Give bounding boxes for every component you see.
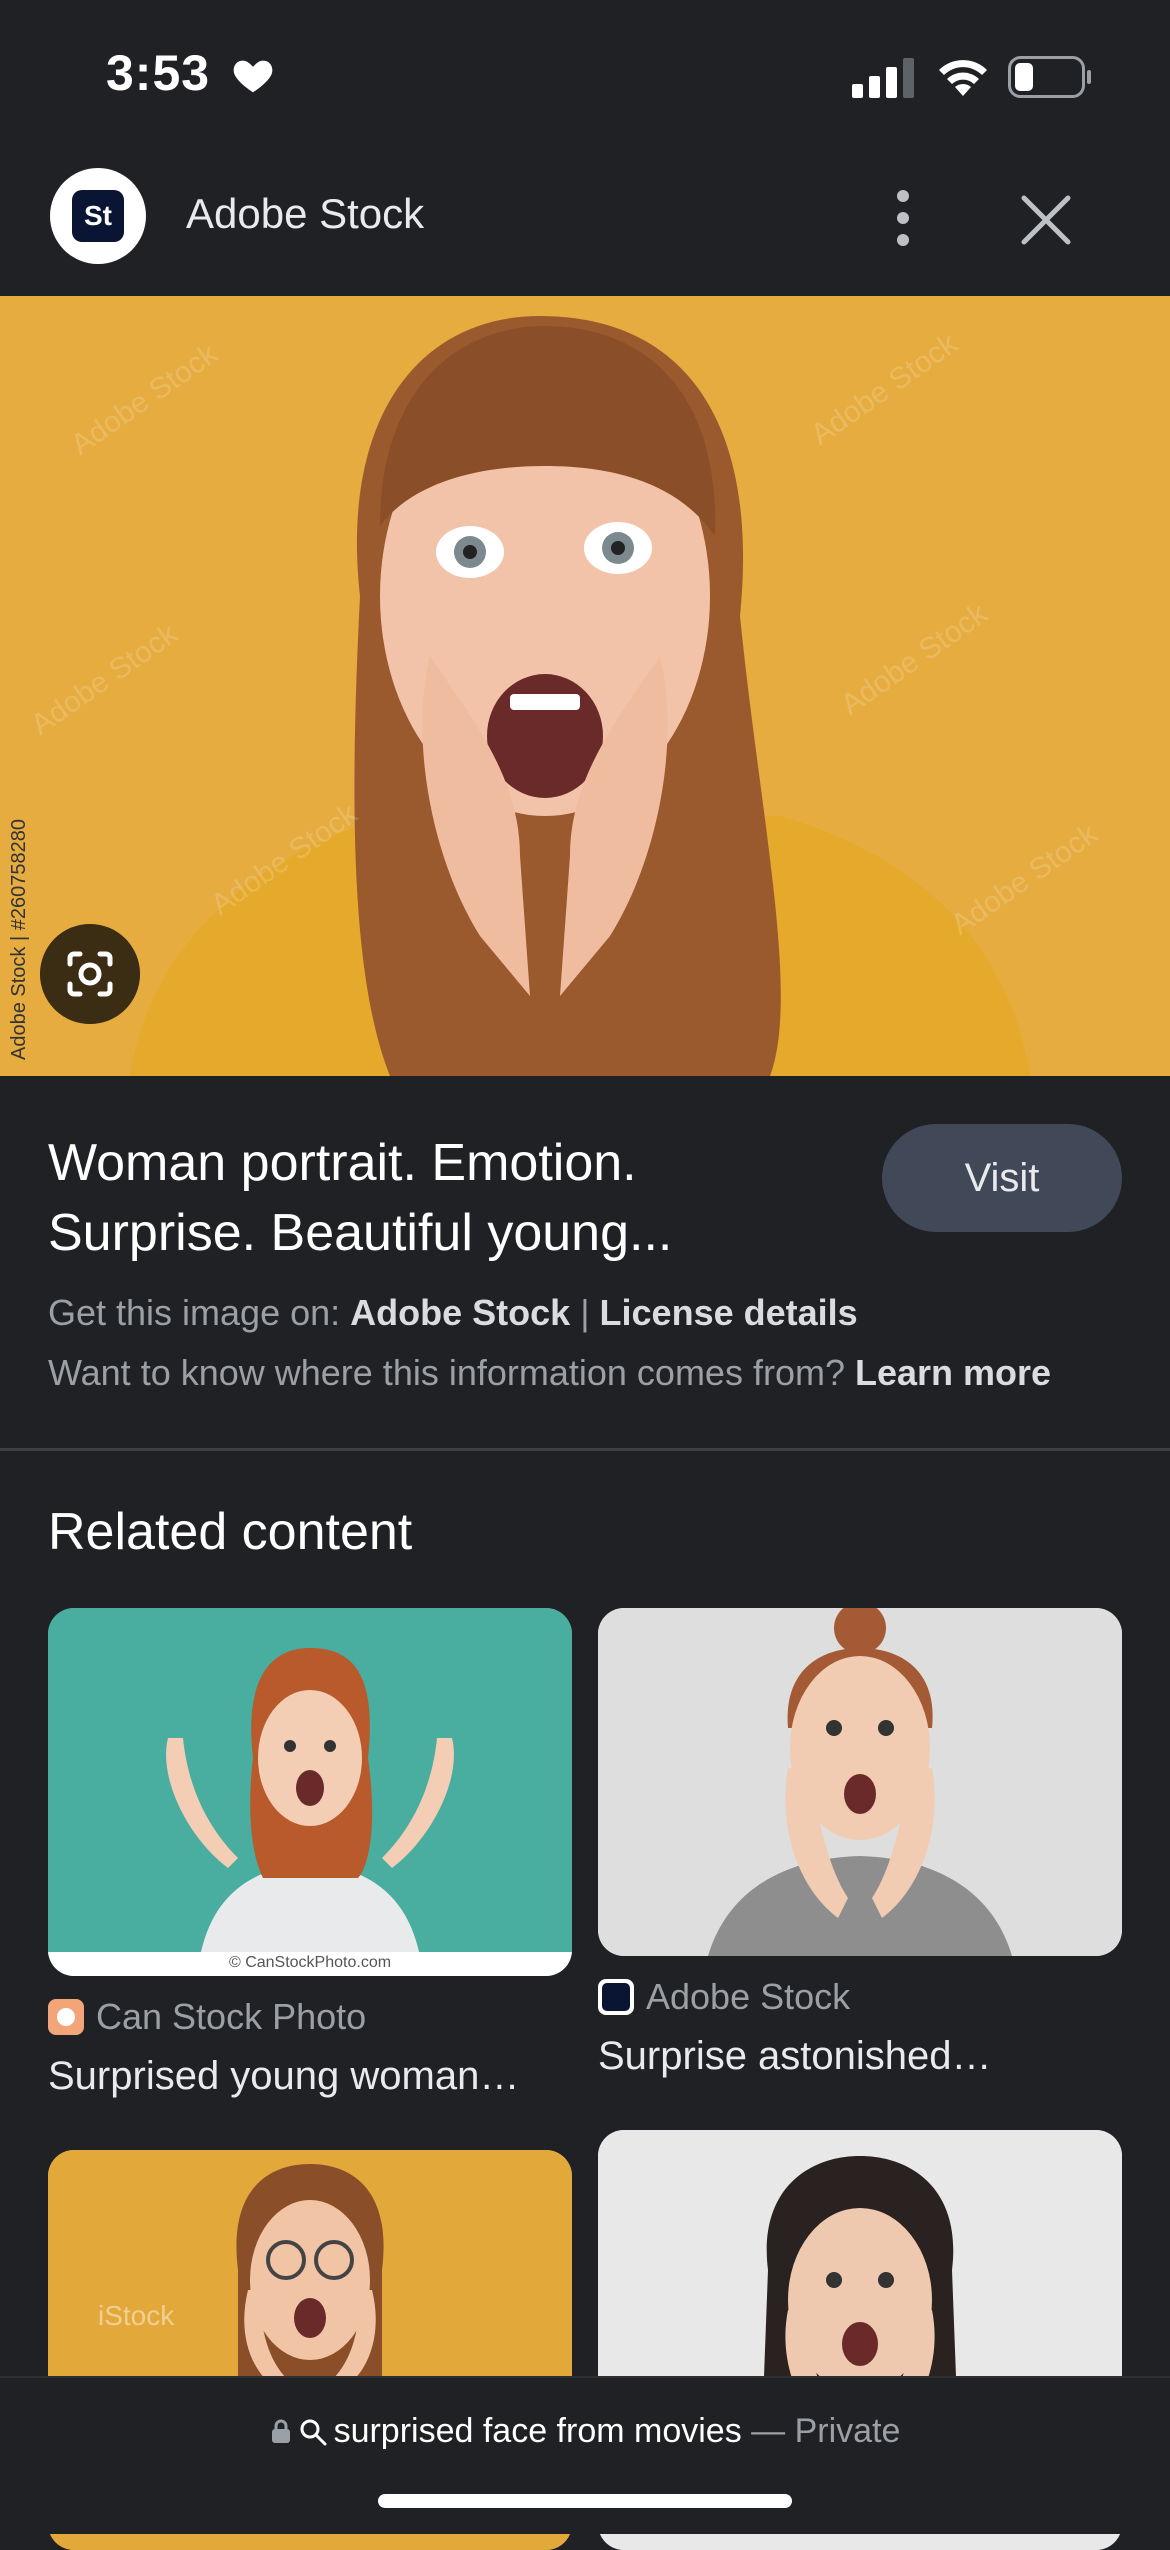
related-content-heading: Related content xyxy=(48,1503,413,1561)
site-logo: St xyxy=(50,168,146,264)
search-icon xyxy=(300,2419,327,2446)
cellular-signal-icon xyxy=(852,58,914,98)
search-query-text: surprised face from movies xyxy=(333,2412,742,2450)
related-item-source: Can Stock Photo xyxy=(48,1996,366,2038)
image-title-line2: Surprise. Beautiful young... xyxy=(48,1204,673,1262)
surprised-woman-photo: Adobe Stock Adobe Stock Adobe Stock Adob… xyxy=(0,296,1170,1076)
license-details-link[interactable]: License details xyxy=(600,1292,858,1333)
adobe-stock-logo-icon: St xyxy=(72,190,124,242)
can-stock-photo-icon xyxy=(48,1999,84,2035)
search-query-bar[interactable]: surprised face from movies — Private xyxy=(0,2412,1170,2451)
related-item-title[interactable]: Surprised young woman… xyxy=(48,2054,519,2099)
related-item-source-label: Can Stock Photo xyxy=(96,1996,367,2037)
bottom-address-bar[interactable] xyxy=(0,2376,1170,2534)
status-bar: 3:53 xyxy=(0,0,1170,150)
info-prefix: Want to know where this information come… xyxy=(48,1352,855,1393)
related-item-source: Adobe Stock xyxy=(598,1976,850,2018)
wifi-icon xyxy=(939,60,987,96)
source-line: Get this image on: Adobe Stock | License… xyxy=(48,1292,858,1334)
related-item-source-label: Adobe Stock xyxy=(646,1976,851,2017)
main-image[interactable]: Adobe Stock Adobe Stock Adobe Stock Adob… xyxy=(0,296,1170,1076)
related-item-image[interactable] xyxy=(598,1608,1122,1956)
divider xyxy=(0,1448,1170,1451)
related-photo-bun-hair xyxy=(598,1608,1122,1956)
image-title-line1: Woman portrait. Emotion. xyxy=(48,1134,637,1192)
more-options-icon[interactable] xyxy=(880,186,926,250)
related-item-watermark: iStock xyxy=(98,2300,175,2331)
source-prefix: Get this image on: xyxy=(48,1292,351,1333)
private-mode-label: Private xyxy=(794,2412,901,2450)
learn-more-link[interactable]: Learn more xyxy=(855,1352,1051,1393)
source-separator: | xyxy=(570,1292,600,1333)
lock-icon xyxy=(271,2419,290,2443)
image-credit: Adobe Stock | #260758280 xyxy=(8,819,30,1060)
google-lens-icon[interactable] xyxy=(40,924,140,1024)
adobe-stock-icon xyxy=(598,1979,634,2015)
info-line: Want to know where this information come… xyxy=(48,1352,1051,1394)
visit-button[interactable]: Visit xyxy=(882,1124,1122,1232)
battery-icon xyxy=(1008,56,1091,98)
query-separator: — xyxy=(741,2412,795,2450)
related-photo-redhead xyxy=(48,1608,572,1976)
status-time: 3:53 xyxy=(106,45,211,101)
home-indicator[interactable] xyxy=(378,2494,792,2508)
image-title[interactable]: Woman portrait. Emotion. Surprise. Beaut… xyxy=(48,1128,748,1268)
site-name: Adobe Stock xyxy=(186,190,425,237)
source-link[interactable]: Adobe Stock xyxy=(350,1292,570,1333)
related-item-watermark: © CanStockPhoto.com xyxy=(228,1954,392,1971)
related-item-image[interactable]: © CanStockPhoto.com xyxy=(48,1608,572,1976)
close-icon[interactable] xyxy=(1018,192,1074,248)
related-item-title[interactable]: Surprise astonished… xyxy=(598,2034,992,2079)
heart-icon xyxy=(233,60,273,93)
